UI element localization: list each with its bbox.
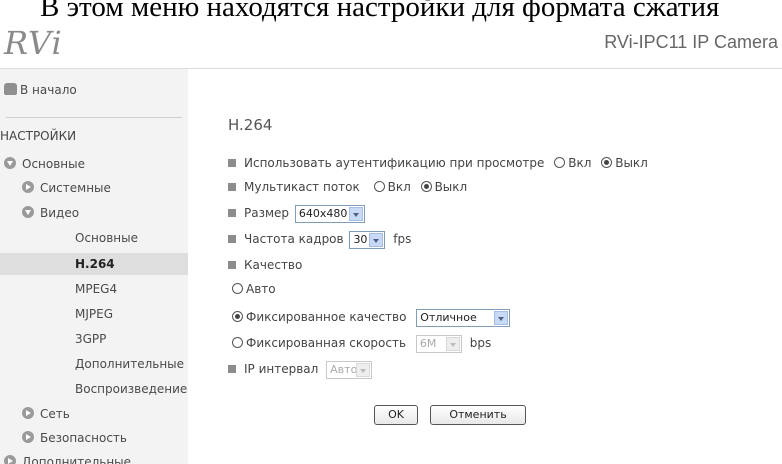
auth-on-label: Вкл bbox=[568, 156, 592, 170]
sidebar-item-system[interactable]: Системные bbox=[0, 177, 188, 199]
collapsed-arrow-icon bbox=[22, 407, 34, 419]
quality-label: Качество bbox=[244, 258, 303, 272]
multicast-on-radio[interactable] bbox=[373, 181, 385, 192]
sidebar-item-video-basic[interactable]: Основные bbox=[0, 227, 188, 249]
ip-interval-label: IP интервал bbox=[244, 362, 319, 376]
framerate-unit: fps bbox=[393, 232, 412, 246]
chevron-down-icon bbox=[356, 362, 371, 377]
logo: RVi bbox=[4, 24, 63, 62]
sidebar-item-mpeg4[interactable]: MPEG4 bbox=[0, 278, 188, 300]
chevron-down-icon bbox=[348, 206, 363, 221]
sidebar-item-label: Воспроизведение bbox=[75, 382, 188, 396]
quality-level-select[interactable]: Отличное bbox=[416, 308, 511, 327]
auth-row: Использовать аутентификацию при просмотр… bbox=[228, 153, 648, 173]
bullet-icon bbox=[228, 159, 236, 167]
multicast-off-label: Выкл bbox=[434, 180, 468, 194]
sidebar-item-label: Основные bbox=[22, 157, 86, 171]
home-icon bbox=[4, 83, 17, 95]
bitrate-value: 6M bbox=[419, 336, 437, 350]
bullet-icon bbox=[228, 235, 236, 243]
expanded-arrow-icon bbox=[4, 157, 16, 169]
sidebar-item-label: H.264 bbox=[75, 257, 115, 271]
auth-label: Использовать аутентификацию при просмотр… bbox=[244, 156, 545, 170]
sidebar-divider bbox=[6, 117, 182, 118]
bullet-icon bbox=[228, 365, 236, 373]
sidebar-item-label: Безопасность bbox=[40, 431, 127, 445]
sidebar-home[interactable]: В начало bbox=[4, 79, 192, 101]
auth-off-label: Выкл bbox=[615, 156, 648, 170]
framerate-row: Частота кадров 30 fps bbox=[228, 229, 411, 249]
sidebar-item-3gpp[interactable]: 3GPP bbox=[0, 328, 188, 350]
cancel-button[interactable]: Отменить bbox=[430, 405, 526, 425]
framerate-select[interactable]: 30 bbox=[349, 230, 386, 249]
framerate-value: 30 bbox=[353, 232, 368, 246]
quality-auto-row: Авто bbox=[226, 279, 276, 299]
multicast-off-radio[interactable] bbox=[420, 181, 432, 192]
collapsed-arrow-icon bbox=[22, 431, 34, 443]
bullet-icon bbox=[228, 261, 236, 269]
sidebar-item-mjpeg[interactable]: MJPEG bbox=[0, 303, 188, 325]
bullet-icon bbox=[228, 183, 236, 191]
sidebar-item-label: MPEG4 bbox=[75, 282, 118, 296]
sidebar-item-playback[interactable]: Воспроизведение bbox=[0, 378, 188, 400]
chevron-down-icon bbox=[494, 310, 509, 325]
sidebar-item-label: Дополнительные bbox=[75, 357, 185, 371]
sidebar-item-video-advanced[interactable]: Дополнительные bbox=[0, 353, 188, 375]
sidebar-item-label: MJPEG bbox=[75, 307, 114, 321]
expanded-arrow-icon bbox=[22, 206, 34, 218]
sidebar-item-network[interactable]: Сеть bbox=[0, 403, 188, 425]
sidebar-item-label: Сеть bbox=[40, 407, 70, 421]
sidebar-home-label: В начало bbox=[20, 83, 77, 97]
size-row: Размер 640x480 bbox=[228, 203, 365, 223]
camera-title: RVi-IPC11 IP Camera bbox=[604, 32, 778, 52]
chevron-down-icon bbox=[369, 232, 384, 247]
size-value: 640x480 bbox=[298, 206, 348, 220]
framerate-label: Частота кадров bbox=[244, 232, 344, 246]
document-caption: В этом меню находятся настройки для форм… bbox=[40, 0, 720, 22]
quality-fixed-radio[interactable] bbox=[232, 311, 243, 322]
main-content: H.264 Использовать аутентификацию при пр… bbox=[188, 69, 782, 464]
quality-row: Качество bbox=[228, 255, 302, 275]
size-select[interactable]: 640x480 bbox=[294, 204, 365, 223]
ok-button[interactable]: OK bbox=[374, 405, 418, 425]
size-label: Размер bbox=[244, 206, 290, 220]
sidebar-item-label: Основные bbox=[75, 231, 139, 245]
header: RVi RVi-IPC11 IP Camera bbox=[0, 22, 782, 68]
multicast-on-label: Вкл bbox=[387, 180, 411, 194]
collapsed-arrow-icon bbox=[22, 181, 34, 193]
sidebar-item-label: 3GPP bbox=[75, 332, 107, 346]
sidebar-item-video[interactable]: Видео bbox=[0, 202, 188, 224]
quality-fixed-row: Фиксированное качество Отличное bbox=[226, 307, 511, 327]
bitrate-fixed-radio[interactable] bbox=[232, 337, 243, 348]
bullet-icon bbox=[228, 209, 236, 217]
sidebar-item-basic[interactable]: Основные bbox=[0, 153, 188, 175]
sidebar-item-h264[interactable]: H.264 bbox=[0, 253, 188, 275]
sidebar: В начало НАСТРОЙКИ Основные Системные Ви… bbox=[0, 69, 188, 464]
quality-fixed-label: Фиксированное качество bbox=[246, 310, 407, 324]
bitrate-select[interactable]: 6M bbox=[415, 334, 462, 353]
sidebar-item-advanced[interactable]: Дополнительные bbox=[0, 451, 188, 464]
multicast-label: Мультикаст поток bbox=[244, 180, 360, 194]
page-title: H.264 bbox=[228, 116, 273, 134]
bitrate-fixed-label: Фиксированная скорость bbox=[246, 336, 407, 350]
ip-interval-value: Авто bbox=[330, 362, 358, 376]
auth-off-radio[interactable] bbox=[601, 157, 613, 168]
bitrate-unit: bps bbox=[469, 336, 492, 350]
collapsed-arrow-icon bbox=[4, 455, 16, 464]
bitrate-fixed-row: Фиксированная скорость 6M bps bbox=[226, 333, 491, 353]
sidebar-item-security[interactable]: Безопасность bbox=[0, 427, 188, 449]
quality-level-value: Отличное bbox=[420, 310, 477, 324]
sidebar-item-label: Дополнительные bbox=[22, 455, 132, 464]
auth-on-radio[interactable] bbox=[554, 157, 566, 168]
sidebar-item-label: Системные bbox=[40, 181, 111, 195]
sidebar-section-title: НАСТРОЙКИ bbox=[0, 129, 77, 143]
ip-interval-row: IP интервал Авто bbox=[228, 359, 373, 379]
ip-interval-select[interactable]: Авто bbox=[326, 360, 373, 379]
quality-auto-radio[interactable] bbox=[232, 283, 243, 294]
multicast-row: Мультикаст поток Вкл Выкл bbox=[228, 177, 467, 197]
quality-auto-label: Авто bbox=[246, 282, 276, 296]
sidebar-item-label: Видео bbox=[40, 206, 80, 220]
chevron-down-icon bbox=[445, 336, 460, 351]
